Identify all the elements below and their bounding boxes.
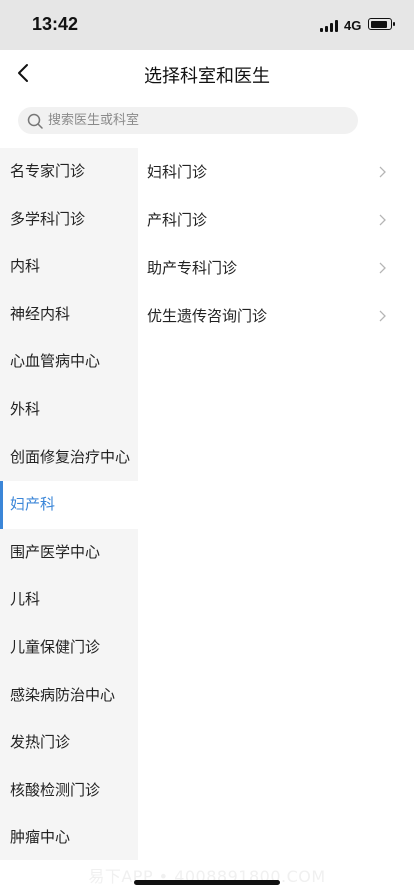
category-item-wound-repair[interactable]: 创面修复治疗中心 — [0, 434, 138, 482]
category-item-pediatrics[interactable]: 儿科 — [0, 576, 138, 624]
category-item-fever-clinic[interactable]: 发热门诊 — [0, 719, 138, 767]
department-item-genetic-counseling[interactable]: 优生遗传咨询门诊 — [138, 292, 414, 340]
category-item-famous-experts[interactable]: 名专家门诊 — [0, 148, 138, 196]
search-bar[interactable] — [18, 107, 358, 134]
department-item-label: 助产专科门诊 — [147, 259, 238, 277]
signal-icon — [320, 20, 340, 32]
chevron-right-icon — [379, 262, 386, 274]
category-item-child-health[interactable]: 儿童保健门诊 — [0, 624, 138, 672]
category-item-infectious-disease[interactable]: 感染病防治中心 — [0, 672, 138, 720]
category-item-nucleic-acid-test[interactable]: 核酸检测门诊 — [0, 767, 138, 815]
search-input[interactable] — [48, 107, 348, 134]
category-item-perinatal[interactable]: 围产医学中心 — [0, 529, 138, 577]
department-item-midwifery[interactable]: 助产专科门诊 — [138, 244, 414, 292]
category-item-cardiovascular[interactable]: 心血管病中心 — [0, 338, 138, 386]
department-list: 妇科门诊 产科门诊 助产专科门诊 优生遗传咨询门诊 — [138, 148, 414, 340]
nav-bar: 选择科室和医生 — [0, 50, 414, 96]
status-bar: 13:42 4G — [0, 0, 414, 50]
category-item-oncology[interactable]: 肿瘤中心 — [0, 814, 138, 862]
chevron-right-icon — [379, 310, 386, 322]
category-item-internal-medicine[interactable]: 内科 — [0, 243, 138, 291]
battery-icon — [368, 18, 395, 30]
category-item-obstetrics-gynecology[interactable]: 妇产科 — [0, 481, 138, 529]
department-item-obstetrics[interactable]: 产科门诊 — [138, 196, 414, 244]
category-item-multidisciplinary[interactable]: 多学科门诊 — [0, 196, 138, 244]
page-title: 选择科室和医生 — [144, 66, 270, 87]
department-item-gynecology[interactable]: 妇科门诊 — [138, 148, 414, 196]
chevron-right-icon — [379, 166, 386, 178]
search-icon — [27, 113, 43, 129]
category-item-neurology[interactable]: 神经内科 — [0, 291, 138, 339]
department-item-label: 妇科门诊 — [147, 163, 208, 181]
chevron-right-icon — [379, 214, 386, 226]
department-category-list: 名专家门诊 多学科门诊 内科 神经内科 心血管病中心 外科 创面修复治疗中心 妇… — [0, 148, 138, 860]
network-type: 4G — [344, 18, 362, 33]
department-item-label: 优生遗传咨询门诊 — [147, 307, 268, 325]
department-item-label: 产科门诊 — [147, 211, 208, 229]
home-indicator — [134, 880, 280, 885]
status-time: 13:42 — [32, 14, 79, 34]
category-item-surgery[interactable]: 外科 — [0, 386, 138, 434]
